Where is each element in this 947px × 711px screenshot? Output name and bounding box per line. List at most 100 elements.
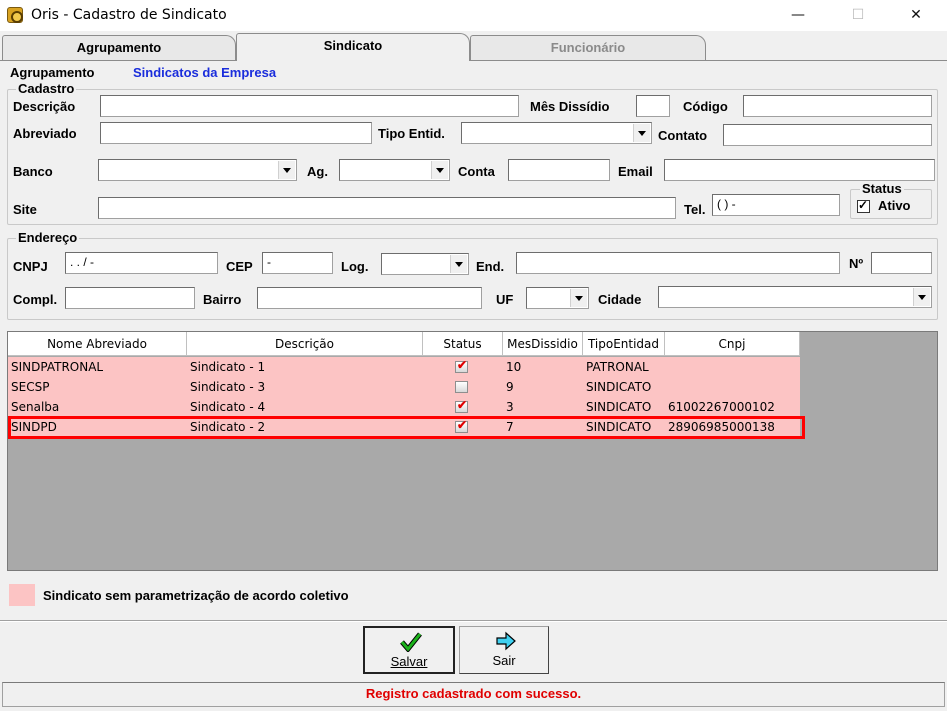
row-highlight-box: [8, 416, 805, 439]
cell-descricao: Sindicato - 4: [190, 400, 266, 414]
cnpj-field[interactable]: . . / -: [65, 252, 218, 274]
cidade-select[interactable]: [658, 286, 932, 308]
end-label: End.: [476, 259, 505, 274]
contato-label: Contato: [658, 128, 708, 143]
bairro-label: Bairro: [203, 292, 242, 307]
codigo-field[interactable]: [743, 95, 932, 117]
endereco-group-title: Endereço: [16, 230, 80, 245]
cell-nome: Senalba: [11, 400, 60, 414]
chevron-down-icon[interactable]: [431, 161, 448, 179]
exit-button-label: Sair: [492, 653, 516, 668]
close-button[interactable]: ✕: [893, 0, 939, 31]
uf-select[interactable]: [526, 287, 589, 309]
exit-button[interactable]: Sair: [459, 626, 549, 674]
table-row[interactable]: Senalba Sindicato - 4 3 SINDICATO 610022…: [8, 397, 800, 417]
banco-select[interactable]: [98, 159, 297, 181]
ag-select[interactable]: [339, 159, 450, 181]
status-checkbox[interactable]: [455, 358, 468, 373]
status-group-title: Status: [860, 181, 904, 196]
site-field[interactable]: [98, 197, 676, 219]
tipo-entid-label: Tipo Entid.: [378, 126, 445, 141]
conta-label: Conta: [458, 164, 495, 179]
table-row[interactable]: SECSP Sindicato - 3 9 SINDICATO: [8, 377, 800, 397]
column-header-descricao[interactable]: Descrição: [187, 332, 423, 356]
cell-mesdissidio: 9: [506, 380, 514, 394]
agrupamento-label: Agrupamento: [10, 65, 95, 80]
tel-label: Tel.: [684, 202, 706, 217]
tab-baseline: [0, 60, 947, 61]
abreviado-label: Abreviado: [13, 126, 77, 141]
column-header-tipoentidad[interactable]: TipoEntidad: [583, 332, 665, 356]
app-icon: [7, 7, 23, 23]
conta-field[interactable]: [508, 159, 610, 181]
email-label: Email: [618, 164, 653, 179]
uf-label: UF: [496, 292, 514, 307]
save-button-label: Salvar: [390, 654, 428, 669]
cell-tipoentidad: SINDICATO: [586, 380, 652, 394]
email-field[interactable]: [664, 159, 935, 181]
cell-nome: SECSP: [11, 380, 50, 394]
chevron-down-icon[interactable]: [913, 288, 930, 306]
contato-field[interactable]: [723, 124, 932, 146]
arrow-right-icon: [496, 631, 516, 651]
column-header-mesdissidio[interactable]: MesDissidio: [503, 332, 583, 356]
tab-sindicato[interactable]: Sindicato: [236, 33, 470, 61]
maximize-button[interactable]: ☐: [835, 0, 881, 31]
cell-nome: SINDPATRONAL: [11, 360, 104, 374]
cell-descricao: Sindicato - 1: [190, 360, 266, 374]
checkmark-icon: [400, 632, 422, 652]
column-header-cnpj[interactable]: Cnpj: [665, 332, 800, 356]
table-row[interactable]: SINDPATRONAL Sindicato - 1 10 PATRONAL: [8, 357, 800, 377]
mes-dissidio-label: Mês Dissídio: [530, 99, 610, 114]
ativo-checkbox[interactable]: [857, 198, 870, 213]
minimize-button[interactable]: —: [775, 0, 821, 31]
cadastro-group-title: Cadastro: [16, 81, 77, 96]
cell-tipoentidad: SINDICATO: [586, 400, 652, 414]
compl-field[interactable]: [65, 287, 195, 309]
tab-funcionario[interactable]: Funcionário: [470, 35, 706, 60]
codigo-label: Código: [683, 99, 728, 114]
tab-agrupamento[interactable]: Agrupamento: [2, 35, 236, 60]
bairro-field[interactable]: [257, 287, 482, 309]
status-checkbox[interactable]: [455, 398, 468, 413]
save-button[interactable]: Salvar: [363, 626, 455, 674]
agrupamento-value: Sindicatos da Empresa: [133, 65, 277, 80]
mes-dissidio-field[interactable]: [636, 95, 670, 117]
numero-field[interactable]: [871, 252, 932, 274]
chevron-down-icon[interactable]: [278, 161, 295, 179]
legend-text: Sindicato sem parametrização de acordo c…: [43, 588, 349, 603]
tipo-entid-select[interactable]: [461, 122, 652, 144]
site-label: Site: [13, 202, 37, 217]
cell-tipoentidad: PATRONAL: [586, 360, 649, 374]
ag-label: Ag.: [307, 164, 328, 179]
numero-label: Nº: [849, 256, 864, 271]
status-checkbox[interactable]: [455, 381, 468, 393]
cell-mesdissidio: 3: [506, 400, 514, 414]
cell-descricao: Sindicato - 3: [190, 380, 266, 394]
descricao-field[interactable]: [100, 95, 519, 117]
compl-label: Compl.: [13, 292, 58, 307]
sindicato-grid[interactable]: Nome Abreviado Descrição Status MesDissi…: [7, 331, 938, 571]
cell-cnpj: 61002267000102: [668, 400, 775, 414]
abreviado-field[interactable]: [100, 122, 372, 144]
banco-label: Banco: [13, 164, 53, 179]
cell-cnpj: [665, 357, 800, 377]
chevron-down-icon[interactable]: [633, 124, 650, 142]
tel-field[interactable]: ( ) -: [712, 194, 840, 216]
cell-cnpj: [665, 377, 800, 397]
chevron-down-icon[interactable]: [570, 289, 587, 307]
cidade-label: Cidade: [598, 292, 642, 307]
log-select[interactable]: [381, 253, 469, 275]
status-message: Registro cadastrado com sucesso.: [365, 686, 582, 701]
cell-mesdissidio: 10: [506, 360, 522, 374]
cnpj-label: CNPJ: [13, 259, 48, 274]
column-header-nome[interactable]: Nome Abreviado: [8, 332, 187, 356]
log-label: Log.: [341, 259, 369, 274]
cep-label: CEP: [226, 259, 253, 274]
legend-swatch: [9, 584, 35, 606]
cep-field[interactable]: -: [262, 252, 333, 274]
end-field[interactable]: [516, 252, 840, 274]
ativo-label: Ativo: [878, 198, 911, 213]
chevron-down-icon[interactable]: [450, 255, 467, 273]
column-header-status[interactable]: Status: [423, 332, 503, 356]
